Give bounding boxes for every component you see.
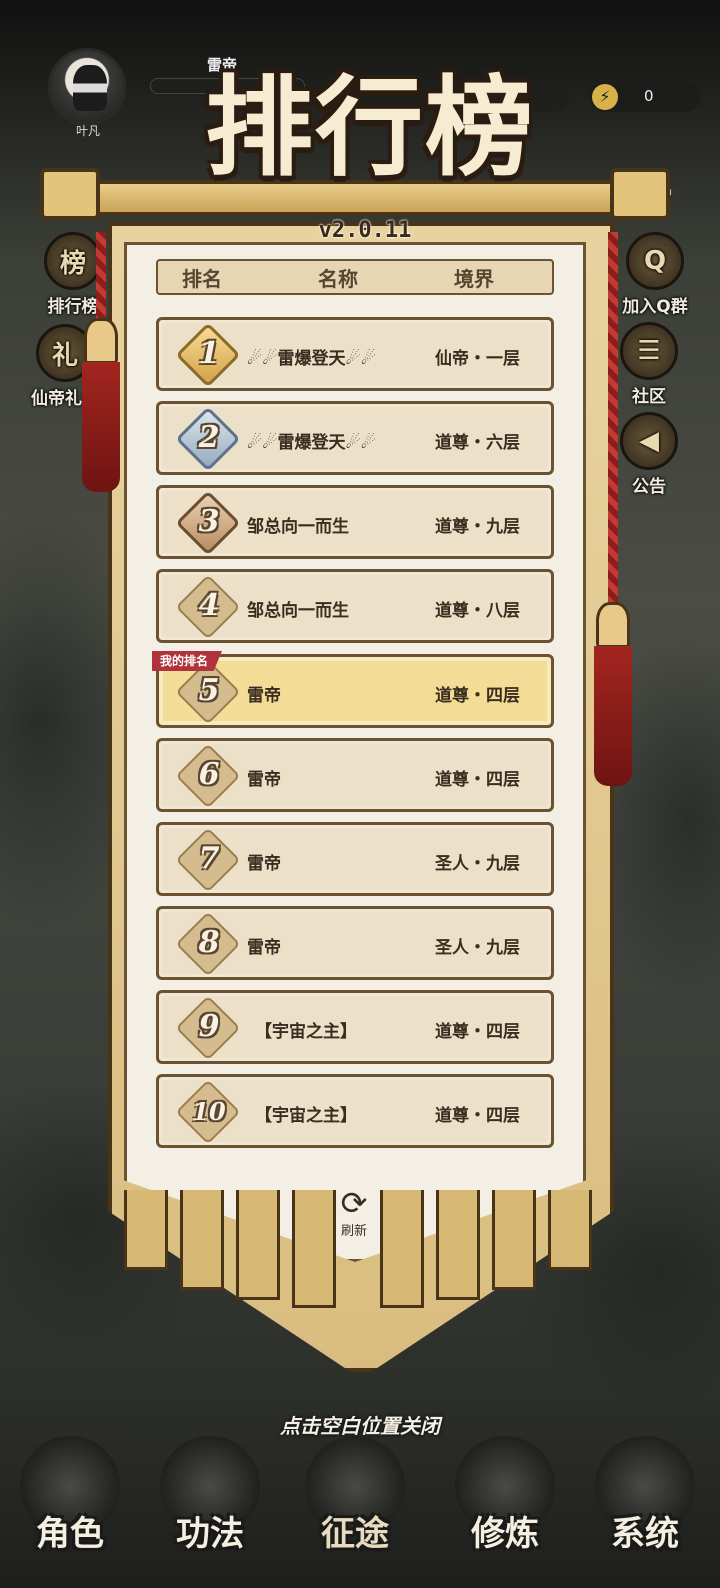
rank-number: 3	[198, 504, 220, 539]
nav-system[interactable]: 系统	[575, 1430, 715, 1588]
column-realm: 境界	[454, 266, 494, 291]
refresh-icon: ⟳	[340, 1184, 368, 1222]
version-label: v2.0.11	[318, 218, 412, 243]
refresh-button[interactable]: ⟳ 刷新	[326, 1186, 382, 1239]
table-row[interactable]: 9 【宇宙之主】 道尊・四层	[156, 990, 554, 1064]
column-name: 名称	[318, 266, 358, 291]
banner-rod-cap	[610, 168, 670, 220]
refresh-label: 刷新	[340, 1224, 367, 1239]
table-row[interactable]: 6 雷帝 道尊・四层	[156, 738, 554, 812]
rank-number: 6	[198, 757, 220, 792]
rank-number: 4	[198, 588, 220, 623]
nav-skills[interactable]: 功法	[140, 1430, 280, 1588]
table-row[interactable]: 8 雷帝 圣人・九层	[156, 906, 554, 980]
tassel-left	[76, 232, 126, 502]
realm-cell: 圣人・九层	[435, 938, 520, 958]
lightning-icon: ⚡	[592, 84, 618, 110]
bottom-nav: 角色 功法 征途 修炼 系统	[0, 1430, 720, 1588]
nav-label: 征途	[321, 1514, 389, 1554]
player-name-cell: 雷帝	[247, 686, 281, 706]
rank-number: 7	[198, 841, 220, 876]
table-row[interactable]: 1 ☄☄雷爆登天☄☄ 仙帝・一层	[156, 317, 554, 391]
realm-cell: 道尊・八层	[435, 601, 520, 621]
my-rank-tag: 我的排名	[152, 651, 223, 671]
rank-number: 5	[198, 673, 220, 708]
tassel-right	[588, 232, 638, 792]
rank-number: 10	[192, 1097, 226, 1126]
realm-cell: 道尊・四层	[435, 770, 520, 790]
rank-number: 9	[198, 1009, 220, 1044]
nav-journey[interactable]: 征途	[285, 1430, 425, 1588]
player-name-cell: 【宇宙之主】	[255, 1106, 357, 1126]
table-row[interactable]: 3 邹总向一而生 道尊・九层	[156, 485, 554, 559]
realm-cell: 仙帝・一层	[435, 349, 520, 369]
rank-number: 8	[198, 925, 220, 960]
table-header: 排名 名称 境界	[156, 259, 554, 295]
realm-cell: 道尊・四层	[435, 1106, 520, 1126]
rank-number: 1	[198, 336, 220, 371]
realm-cell: 道尊・六层	[435, 433, 520, 453]
realm-cell: 道尊・九层	[435, 517, 520, 537]
player-name-cell: 【宇宙之主】	[255, 1022, 357, 1042]
realm-cell: 道尊・四层	[435, 686, 520, 706]
table-row[interactable]: 2 ☄☄雷爆登天☄☄ 道尊・六层	[156, 401, 554, 475]
player-name-cell: ☄☄雷爆登天☄☄	[247, 349, 376, 369]
player-name-cell: 雷帝	[247, 854, 281, 874]
realm-cell: 圣人・九层	[435, 854, 520, 874]
rank-number: 2	[198, 420, 220, 455]
player-name-cell: 雷帝	[247, 938, 281, 958]
nav-label: 角色	[36, 1514, 104, 1554]
nav-label: 修炼	[471, 1514, 539, 1554]
table-row[interactable]: 7 雷帝 圣人・九层	[156, 822, 554, 896]
page-title: 排行榜	[204, 65, 535, 191]
nav-cultivate[interactable]: 修炼	[435, 1430, 575, 1588]
player-name-cell: 邹总向一而生	[247, 601, 349, 621]
table-row[interactable]: 10 【宇宙之主】 道尊・四层	[156, 1074, 554, 1148]
avatar-name: 叶凡	[76, 124, 101, 138]
energy-value: 0	[644, 87, 654, 105]
realm-cell: 道尊・四层	[435, 1022, 520, 1042]
player-name-cell: ☄☄雷爆登天☄☄	[247, 433, 376, 453]
player-name-cell: 邹总向一而生	[247, 517, 349, 537]
player-avatar[interactable]	[48, 48, 126, 126]
column-rank: 排名	[182, 266, 222, 291]
nav-label: 功法	[176, 1514, 244, 1554]
banner-rod-cap	[40, 168, 100, 220]
table-row[interactable]: 4 邹总向一而生 道尊・八层	[156, 569, 554, 643]
nav-role[interactable]: 角色	[0, 1430, 140, 1588]
nav-label: 系统	[611, 1514, 679, 1554]
player-name-cell: 雷帝	[247, 770, 281, 790]
energy-counter[interactable]: ⚡ 0	[590, 82, 700, 112]
